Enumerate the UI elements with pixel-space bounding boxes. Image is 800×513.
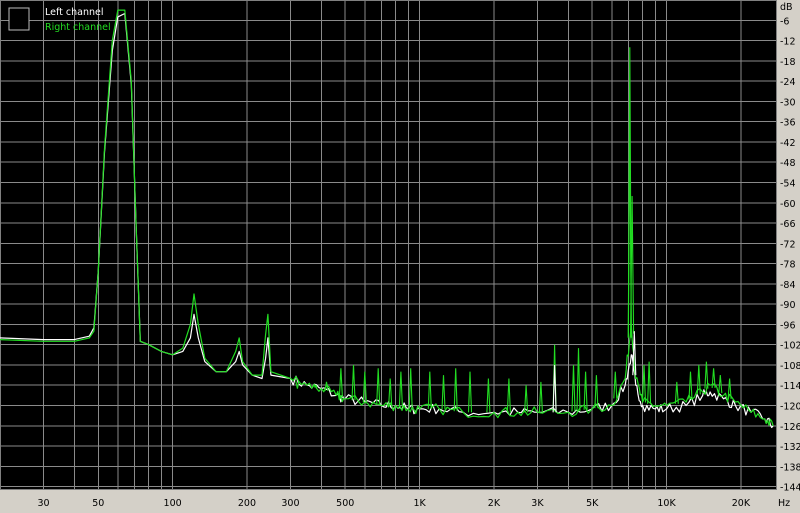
y-tick-label: -42 — [780, 138, 796, 149]
y-tick-label: -6 — [780, 16, 789, 27]
x-tick-label: 500 — [336, 498, 354, 509]
y-tick-label: -72 — [780, 239, 796, 250]
y-tick-label: -84 — [780, 280, 796, 291]
x-tick-label: 10K — [657, 498, 676, 509]
y-tick-label: -66 — [780, 219, 796, 230]
y-tick-label: -12 — [780, 37, 796, 48]
y-tick-label: -78 — [780, 260, 796, 271]
y-tick-label: -36 — [780, 118, 796, 129]
x-tick-label: 20K — [732, 498, 751, 509]
x-tick-label: 2K — [488, 498, 501, 509]
y-tick-label: -102 — [780, 341, 800, 352]
spectrum-plot: dB -6 -12 -18 -24 -30 -36 -42 -48 -54 -60 -66 -72 -7… — [0, 0, 800, 509]
y-tick-label: -90 — [780, 300, 796, 311]
x-tick-label: 200 — [238, 498, 256, 509]
y-tick-label: -120 — [780, 402, 800, 413]
y-tick-label: -30 — [780, 97, 796, 108]
x-tick-label: 30 — [37, 498, 49, 509]
y-tick-label: -18 — [780, 57, 796, 68]
y-tick-label: -60 — [780, 199, 796, 210]
spectrum-chart: dB -6 -12 -18 -24 -30 -36 -42 -48 -54 -60 -66 -72 -7… — [0, 0, 800, 513]
x-tick-label: 1K — [413, 498, 426, 509]
y-tick-label: -54 — [780, 178, 796, 189]
legend-icon — [8, 7, 30, 31]
y-tick-label: -132 — [780, 442, 800, 453]
y-tick-label: -24 — [780, 77, 796, 88]
plot-background — [0, 0, 777, 490]
y-unit-label: dB — [780, 2, 793, 13]
y-tick-label: -138 — [780, 462, 800, 473]
legend-item-right-channel: Right channel — [45, 22, 111, 33]
x-axis: Hz 30 50 100 200 300 500 1K 2K 3K 5K 10K 20K — [37, 498, 790, 509]
x-tick-label: 100 — [164, 498, 182, 509]
y-axis: dB -6 -12 -18 -24 -30 -36 -42 -48 -54 -60 -66 -72 -7… — [780, 2, 800, 494]
y-tick-label: -108 — [780, 361, 800, 372]
x-tick-label: 300 — [281, 498, 299, 509]
x-tick-label: 5K — [586, 498, 599, 509]
y-tick-label: -48 — [780, 158, 796, 169]
y-tick-label: -126 — [780, 422, 800, 433]
x-tick-label: 50 — [92, 498, 104, 509]
y-tick-label: -96 — [780, 320, 796, 331]
y-tick-label: -144 — [780, 483, 800, 494]
legend-item-left-channel: Left channel — [45, 7, 103, 18]
x-tick-label: 3K — [531, 498, 544, 509]
y-tick-label: -114 — [780, 381, 800, 392]
x-unit-label: Hz — [778, 498, 790, 509]
